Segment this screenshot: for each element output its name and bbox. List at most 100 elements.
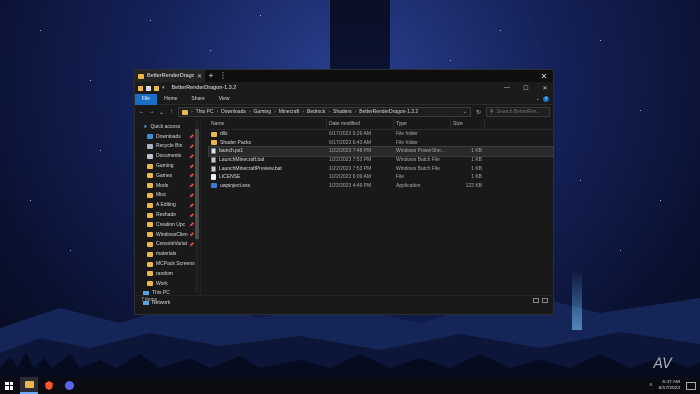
clock[interactable]: 6:47 AM 6/17/2023 bbox=[659, 380, 680, 392]
sidebar-item-random[interactable]: random bbox=[135, 269, 200, 279]
address-bar[interactable]: › This PC › Downloads › Gaming › Minecra… bbox=[178, 107, 471, 117]
tab-home[interactable]: Home bbox=[157, 94, 184, 105]
file-name: LICENSE bbox=[219, 174, 241, 181]
maximize-button[interactable]: ☐ bbox=[518, 85, 534, 92]
folder-icon bbox=[147, 232, 153, 238]
file-row[interactable]: dlls 6/17/2023 5:26 AM File folder bbox=[209, 130, 553, 139]
file-date: 1/22/2023 6:09 AM bbox=[329, 174, 371, 181]
pin-icon: 📌 bbox=[189, 143, 194, 149]
clock-time: 6:47 AM bbox=[662, 379, 680, 385]
new-tab-button[interactable]: + bbox=[205, 70, 217, 82]
file-name: LaunchMinecraftPreview.bat bbox=[219, 165, 282, 172]
sidebar-item-this-pc[interactable]: This PC bbox=[135, 289, 200, 299]
sidebar-item-label: This PC bbox=[152, 290, 170, 297]
tab-active[interactable]: BetterRenderDragon-1.3.2 ✕ bbox=[135, 70, 205, 82]
breadcrumb-shaders[interactable]: Shaders bbox=[333, 109, 352, 115]
sidebar-item-documents[interactable]: Documents 📌 bbox=[135, 151, 200, 161]
breadcrumb-this-pc[interactable]: This PC bbox=[196, 109, 214, 115]
show-hidden-icons-icon[interactable]: ˄ bbox=[649, 383, 653, 389]
column-header-date[interactable]: Date modified bbox=[327, 118, 394, 130]
computer-icon bbox=[143, 291, 149, 296]
column-header-type[interactable]: Type bbox=[394, 118, 451, 130]
file-row[interactable]: uwpinject.exe 1/22/2023 4:49 PM Applicatio… bbox=[209, 182, 553, 191]
tab-view[interactable]: View bbox=[212, 94, 237, 105]
tab-share[interactable]: Share bbox=[184, 94, 211, 105]
forward-arrow-icon[interactable]: → bbox=[148, 109, 155, 115]
sidebar-item-consolevariat[interactable]: ConsoleVariat 📌 bbox=[135, 240, 200, 250]
up-arrow-icon[interactable]: ↑ bbox=[168, 109, 175, 115]
sidebar-item-label: Work bbox=[156, 280, 168, 287]
search-box[interactable]: ⚲ bbox=[486, 107, 550, 117]
ribbon-expand-icon[interactable]: ⌄ bbox=[536, 96, 540, 102]
folder-icon bbox=[211, 131, 217, 137]
sidebar-item-label: Gaming bbox=[156, 163, 174, 170]
sidebar-item-quick-access[interactable]: ★ Quick access bbox=[135, 122, 200, 132]
file-row[interactable]: LaunchMinecraft.bat 1/22/2023 7:52 PM Wind… bbox=[209, 156, 553, 165]
breadcrumb-separator: › bbox=[354, 109, 357, 115]
sidebar-item-gaming[interactable]: Gaming 📌 bbox=[135, 161, 200, 171]
sidebar-item-mcpack-screens[interactable]: MCPack Screens bbox=[135, 259, 200, 269]
sidebar-item-recycle-bin[interactable]: Recycle Bin 📌 bbox=[135, 142, 200, 152]
refresh-icon[interactable]: ↻ bbox=[474, 109, 483, 116]
breadcrumb-gaming[interactable]: Gaming bbox=[254, 109, 272, 115]
minimize-button[interactable]: — bbox=[499, 85, 515, 91]
recent-locations-icon[interactable]: ⌄ bbox=[158, 109, 165, 116]
folder-icon bbox=[211, 140, 217, 146]
file-name-cell: launch.ps1 bbox=[209, 148, 327, 155]
taskbar-file-explorer[interactable] bbox=[20, 377, 38, 394]
search-input[interactable] bbox=[496, 109, 546, 115]
back-arrow-icon[interactable]: ← bbox=[138, 109, 145, 115]
sidebar-item-mods[interactable]: Mods 📌 bbox=[135, 181, 200, 191]
file-row[interactable]: LICENSE 1/22/2023 6:09 AM File 1 KB bbox=[209, 173, 553, 182]
breadcrumb-bedrock[interactable]: Bedrock bbox=[307, 109, 325, 115]
breadcrumb-separator: › bbox=[274, 109, 276, 115]
breadcrumb-downloads[interactable]: Downloads bbox=[221, 109, 246, 115]
sidebar-item-misc[interactable]: Misc 📌 bbox=[135, 191, 200, 201]
download-icon bbox=[147, 134, 153, 140]
new-folder-icon[interactable] bbox=[154, 85, 159, 91]
breadcrumb-current-folder[interactable]: BetterRenderDragon-1.3.2 bbox=[359, 109, 418, 115]
sidebar-item-games[interactable]: Games 📌 bbox=[135, 171, 200, 181]
close-button[interactable]: ✕ bbox=[537, 85, 553, 92]
taskbar: ˄ 6:47 AM 6/17/2023 bbox=[0, 377, 700, 394]
sidebar-item-label: random bbox=[156, 270, 173, 277]
tab-close-icon[interactable]: ✕ bbox=[197, 73, 202, 80]
properties-icon[interactable] bbox=[146, 85, 151, 91]
file-row[interactable]: Shader Packs 6/17/2023 6:43 AM File folder bbox=[209, 139, 553, 148]
column-header-size[interactable]: Size bbox=[451, 118, 485, 130]
file-name: LaunchMinecraft.bat bbox=[219, 157, 265, 164]
sidebar-item-creation-upc[interactable]: Creation Upc 📌 bbox=[135, 220, 200, 230]
system-tray: ˄ 6:47 AM 6/17/2023 bbox=[649, 380, 696, 392]
nav-scrollbar-thumb[interactable] bbox=[195, 129, 199, 239]
sidebar-item-windowsclien[interactable]: WindowsClien 📌 bbox=[135, 230, 200, 240]
sidebar-item-label: WindowsClien bbox=[156, 231, 188, 238]
qat-dropdown-icon[interactable]: ▾ bbox=[162, 85, 165, 91]
sidebar-item-a-editing[interactable]: A Editing 📌 bbox=[135, 200, 200, 210]
sidebar-item-materials[interactable]: materials bbox=[135, 249, 200, 259]
sidebar-item-network[interactable]: Network bbox=[135, 298, 200, 308]
sidebar-item-reshade[interactable]: Reshade 📌 bbox=[135, 210, 200, 220]
notification-icon[interactable] bbox=[686, 381, 696, 390]
file-row[interactable]: launch.ps1 1/22/2023 7:48 PM Windows Power… bbox=[208, 146, 554, 157]
tab-file[interactable]: File bbox=[135, 93, 158, 105]
address-dropdown-icon[interactable]: ⌄ bbox=[463, 109, 467, 115]
start-button[interactable] bbox=[0, 377, 18, 394]
sidebar-item-downloads[interactable]: Downloads 📌 bbox=[135, 132, 200, 142]
column-header-name[interactable]: Name bbox=[209, 118, 327, 130]
taskbar-discord[interactable] bbox=[60, 377, 78, 394]
details-view-icon[interactable] bbox=[533, 297, 539, 303]
taskbar-brave[interactable] bbox=[40, 377, 58, 394]
breadcrumb-minecraft[interactable]: Minecraft bbox=[279, 109, 300, 115]
nav-scrollbar[interactable] bbox=[195, 121, 199, 293]
column-headers: Name Date modified Type Size bbox=[209, 118, 553, 130]
large-icons-view-icon[interactable] bbox=[542, 297, 548, 303]
sidebar-item-work[interactable]: Work bbox=[135, 279, 200, 289]
pin-icon: 📌 bbox=[189, 212, 194, 218]
help-icon[interactable]: ? bbox=[543, 96, 549, 102]
file-rows: dlls 6/17/2023 5:26 AM File folder Shader P… bbox=[201, 130, 554, 191]
clock-date: 6/17/2023 bbox=[658, 385, 680, 391]
window-close-button[interactable]: ✕ bbox=[535, 72, 553, 81]
file-name: launch.ps1 bbox=[219, 148, 244, 155]
file-row[interactable]: LaunchMinecraftPreview.bat 1/22/2023 7:53… bbox=[209, 164, 553, 173]
more-options-icon[interactable]: ⋮ bbox=[217, 70, 229, 82]
